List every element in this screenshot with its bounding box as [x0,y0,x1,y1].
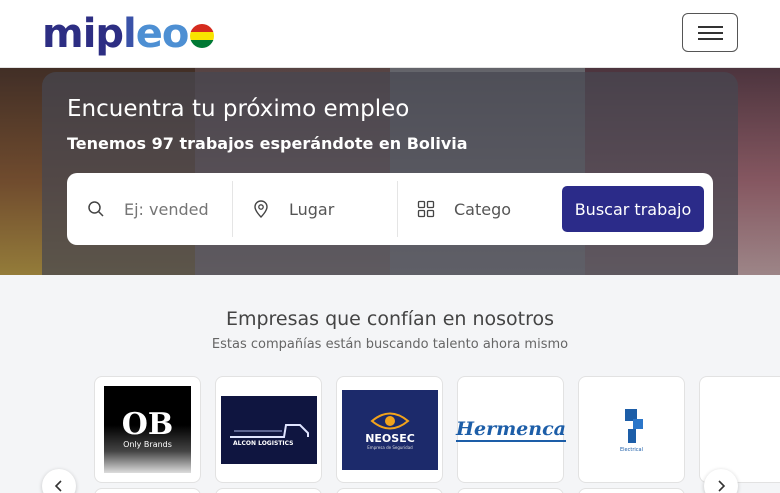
logo-caption: Empresa de Seguridad [367,445,413,450]
companies-title: Empresas que confían en nosotros [225,308,555,330]
category-field[interactable]: Catego [415,183,555,235]
location-select[interactable]: Lugar [289,200,334,219]
eye-icon [370,412,410,430]
navbar: mipleo [0,0,780,68]
logo-text: Hermenca [456,417,566,442]
category-select[interactable]: Catego [454,200,511,219]
logo-text: ALCON LOGISTICS [233,440,294,447]
hero-title: Encuentra tu próximo empleo [67,96,410,122]
logo-text: OB [121,407,174,442]
keyword-field[interactable] [85,183,235,235]
hero-subtitle: Tenemos 97 trabajos esperándote en Boliv… [67,134,468,153]
logo-text: Electrical [620,446,643,453]
companies-subtitle: Estas compañías están buscando talento a… [211,337,569,352]
logo-text: NEOSEC [365,432,415,445]
company-card-partial[interactable] [699,376,780,483]
map-pin-icon [250,198,272,220]
chevron-left-icon [54,480,62,492]
logo-caption: Only Brands [123,440,172,449]
mipleo-logo[interactable]: mipleo [42,11,215,57]
company-logo: ALCON LOGISTICS [221,396,317,464]
grid-icon [415,198,437,220]
company-card[interactable]: ALCON LOGISTICS [215,376,322,483]
company-logo: NEOSEC Empresa de Seguridad [342,390,438,470]
company-logo: OB Only Brands [104,386,191,473]
company-logo: Electrical [588,386,675,473]
bolivia-flag-icon [190,24,215,48]
company-card[interactable]: OB Only Brands [94,376,201,483]
location-field[interactable]: Lugar [250,183,395,235]
company-card[interactable]: Electrical [578,376,685,483]
company-card[interactable]: Hermenca [456,376,566,483]
logo-wordmark: mipleo [42,11,189,57]
company-card[interactable]: NEOSEC Empresa de Seguridad [336,376,443,483]
search-jobs-button[interactable]: Buscar trabajo [562,186,704,232]
job-search-bar: Lugar Catego Buscar trabajo [67,173,713,245]
keyword-input[interactable] [124,199,234,219]
chevron-right-icon [718,480,726,492]
company-logo: Hermenca [456,386,566,473]
hamburger-icon [698,26,723,28]
search-icon [85,198,107,220]
carousel-prev-button[interactable] [42,469,76,493]
menu-toggle-button[interactable] [682,13,738,52]
tower-icon [624,408,643,443]
hero-section: Encuentra tu próximo empleo Tenemos 97 t… [0,68,780,275]
